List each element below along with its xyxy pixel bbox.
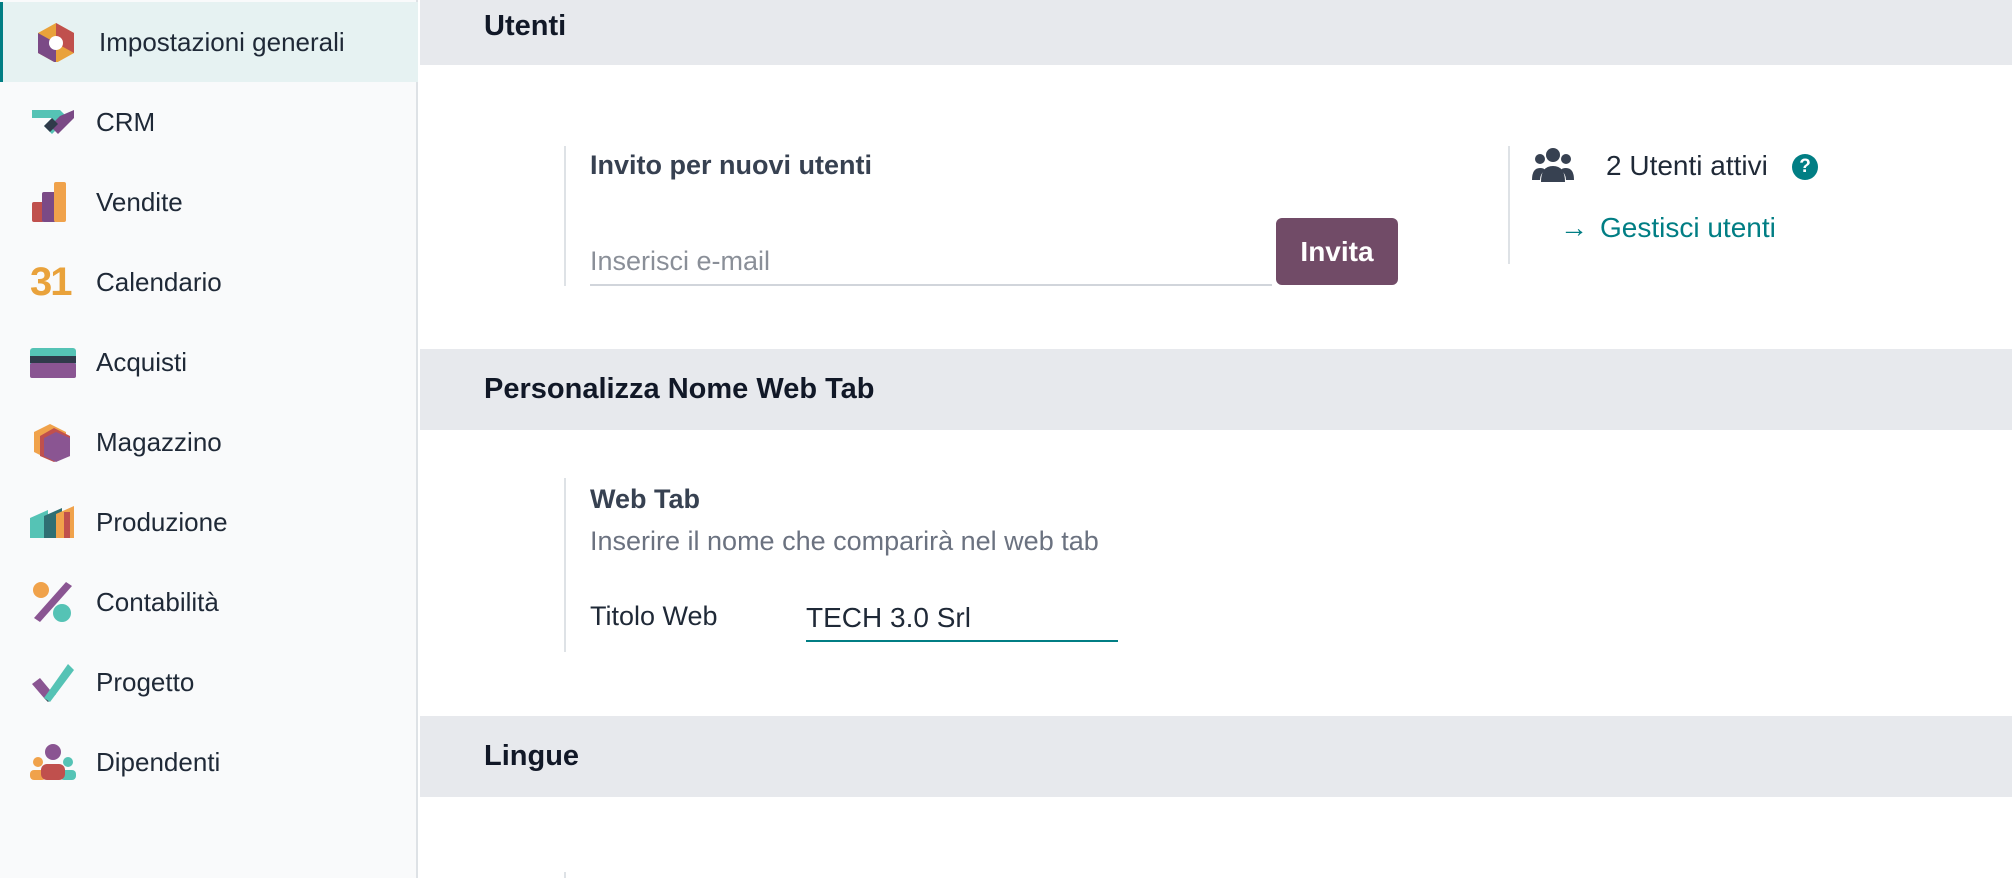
section-header-webtab: Personalizza Nome Web Tab: [420, 349, 2012, 430]
active-users-count: 2 Utenti attivi: [1606, 150, 1768, 181]
sidebar-item-label: Dipendenti: [96, 746, 221, 777]
settings-sidebar: Impostazioni generali CRM Vendite 31 Cal…: [0, 0, 418, 878]
web-title-input[interactable]: [806, 596, 1118, 642]
web-title-label: Titolo Web: [590, 601, 718, 631]
setting-divider: [564, 872, 566, 878]
sidebar-item-purchase[interactable]: Acquisti: [0, 322, 418, 402]
users-group-icon: [1532, 148, 1574, 182]
setting-divider: [564, 146, 566, 286]
sidebar-item-label: Vendite: [96, 186, 183, 217]
invite-button[interactable]: Invita: [1276, 218, 1398, 285]
setting-divider: [1508, 146, 1510, 264]
sidebar-item-general-settings[interactable]: Impostazioni generali: [0, 2, 418, 82]
settings-hexagon-icon: [38, 23, 74, 62]
sidebar-item-label: Calendario: [96, 266, 222, 297]
sidebar-item-manufacturing[interactable]: Produzione: [0, 482, 418, 562]
sidebar-item-label: CRM: [96, 106, 156, 137]
accounting-percent-icon: [33, 582, 72, 622]
crm-handshake-icon: [32, 110, 74, 134]
section-title-languages: Lingue: [484, 740, 580, 772]
sidebar-item-label: Magazzino: [96, 426, 222, 457]
employees-people-icon: [30, 744, 76, 780]
section-header-users: Utenti: [420, 0, 2012, 65]
section-title-users: Utenti: [484, 10, 567, 42]
sidebar-item-label: Acquisti: [96, 346, 188, 377]
sidebar-item-sales[interactable]: Vendite: [0, 162, 418, 242]
sales-chart-icon: [32, 182, 66, 222]
manufacturing-factory-icon: [30, 506, 74, 538]
sidebar-item-employees[interactable]: Dipendenti: [0, 722, 418, 802]
sidebar-item-project[interactable]: Progetto: [0, 642, 418, 722]
sidebar-item-crm[interactable]: CRM: [0, 82, 418, 162]
help-icon[interactable]: ?: [1792, 154, 1818, 180]
sidebar-item-inventory[interactable]: Magazzino: [0, 402, 418, 482]
section-header-languages: Lingue: [420, 716, 2012, 797]
invite-users-title: Invito per nuovi utenti: [590, 150, 872, 180]
webtab-description: Inserire il nome che comparirà nel web t…: [590, 526, 1099, 556]
sidebar-item-label: Impostazioni generali: [99, 26, 345, 57]
section-title-webtab: Personalizza Nome Web Tab: [484, 373, 875, 405]
webtab-setting-title: Web Tab: [590, 484, 701, 514]
sidebar-item-label: Contabilità: [96, 586, 219, 617]
sidebar-item-calendar[interactable]: 31 Calendario: [0, 242, 418, 322]
arrow-right-icon: →: [1560, 212, 1588, 243]
inventory-box-icon: [34, 424, 70, 462]
calendar-icon: 31: [30, 260, 72, 304]
manage-users-link[interactable]: → Gestisci utenti: [1560, 212, 1776, 244]
setting-divider: [564, 478, 566, 652]
purchase-card-icon: [30, 348, 76, 378]
settings-main: Utenti Invito per nuovi utenti Invita 2 …: [420, 0, 2012, 878]
sidebar-item-label: Progetto: [96, 666, 195, 697]
sidebar-item-accounting[interactable]: Contabilità: [0, 562, 418, 642]
invite-email-input[interactable]: [590, 238, 1272, 286]
sidebar-item-label: Produzione: [96, 506, 228, 537]
project-check-icon: [32, 664, 74, 702]
